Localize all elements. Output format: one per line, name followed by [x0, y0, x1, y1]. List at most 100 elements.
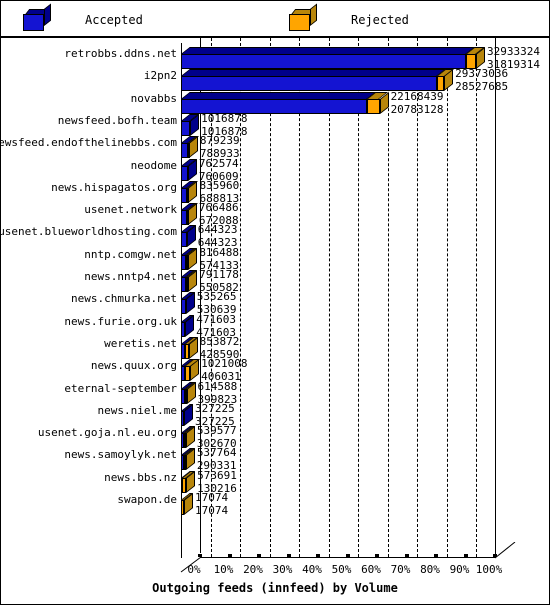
- bar-row[interactable]: i2pn2 29373036 28527685: [1, 67, 549, 93]
- bar-row[interactable]: swapon.de 17074 17074: [1, 491, 549, 517]
- bar-row[interactable]: nntp.comgw.net 816488 574133: [1, 245, 549, 272]
- bar-total-value: 327225: [195, 401, 235, 415]
- rejected-bar-segment[interactable]: [187, 187, 190, 203]
- rejected-bar-segment[interactable]: [182, 477, 187, 493]
- bar-row[interactable]: usenet.blueworldhosting.com 644323 644323: [0, 223, 549, 249]
- rejected-bar-segment[interactable]: [186, 254, 189, 270]
- bar-total-value: 816488: [199, 245, 240, 259]
- accepted-bar-segment[interactable]: [181, 54, 467, 69]
- bar-row[interactable]: usenet.goja.nl.eu.org 539577 302670: [1, 424, 549, 450]
- x-axis-tick: [404, 554, 409, 557]
- bar-row-label: usenet.goja.nl.eu.org: [37, 426, 177, 440]
- x-axis-tick: [375, 554, 379, 557]
- accepted-bar-segment[interactable]: [181, 321, 186, 337]
- accepted-bar-segment[interactable]: [181, 165, 188, 181]
- plot-area: 0% 10% 20% 30% 40% 50% 60% 70% 80% 90% 100% retrob…: [0, 38, 549, 604]
- accepted-bar-top: [181, 47, 475, 54]
- rejected-bar-segment[interactable]: [184, 366, 191, 382]
- accepted-bar-segment[interactable]: [181, 120, 191, 136]
- bar-row-label: news.quux.org: [90, 359, 177, 373]
- bar-row[interactable]: eternal-september 614588 399823: [1, 379, 549, 406]
- bar-row-label: usenet.network: [84, 203, 177, 217]
- bar-row-label: i2pn2: [143, 69, 177, 83]
- bar-row-label: news.hispagatos.org: [51, 180, 177, 194]
- x-axis-tick: [286, 554, 291, 557]
- rejected-bar-segment[interactable]: [184, 343, 189, 359]
- bar-row-label: news.nntp4.net: [84, 270, 177, 283]
- bar-row[interactable]: retrobbs.ddns.net 32933324 31819314: [1, 45, 549, 71]
- bar-row-label: news.niel.me: [97, 403, 177, 417]
- bar-row[interactable]: news.furie.org.uk 471603 471603: [1, 313, 549, 339]
- rejected-bar-segment[interactable]: [188, 143, 191, 159]
- x-axis-tick: [227, 554, 232, 557]
- bar-row-label: swapon.de: [117, 493, 177, 506]
- bar-row-label: newsfeed.endofthelinebbs.com: [0, 136, 177, 150]
- bar-total-value: 573691: [197, 468, 237, 482]
- x-axis-tick-label: 60%: [361, 563, 381, 576]
- rejected-bar-segment[interactable]: [183, 433, 186, 449]
- bar-row-label: neodome: [130, 158, 177, 172]
- accepted-bar-segment[interactable]: [181, 143, 189, 159]
- bar-row-label: nntp.comgw.net: [84, 247, 177, 261]
- legend-item-rejected: Rejected: [289, 3, 409, 32]
- bar-total-value: 614588: [197, 379, 238, 393]
- bar-row-label: weretis.net: [104, 336, 177, 350]
- rejected-bar-segment[interactable]: [187, 210, 190, 226]
- bar-total-value: 32933324: [487, 45, 540, 58]
- bar-total-value: 22168439: [390, 89, 444, 103]
- rejected-bar-segment[interactable]: [184, 388, 187, 404]
- bar-row[interactable]: newsfeed.endofthelinebbs.com 879239 788933: [0, 134, 549, 160]
- accepted-bar-top: [181, 91, 377, 99]
- bar-total-value: 539577: [196, 424, 237, 438]
- accepted-bar-segment[interactable]: [181, 410, 184, 426]
- accepted-bar-segment[interactable]: [181, 232, 187, 248]
- bar-row-label: novabbs: [130, 91, 177, 105]
- bar-row[interactable]: news.hispagatos.org 835960 688813: [1, 179, 549, 205]
- x-axis-baseline: [200, 557, 495, 558]
- bar-row[interactable]: news.niel.me 327225 327225: [1, 401, 549, 428]
- x-axis-tick-label: 40%: [302, 563, 322, 576]
- bar-row[interactable]: novabbs 22168439 20783128: [1, 89, 549, 116]
- bar-row[interactable]: news.nntp4.net 791178 550582: [1, 268, 549, 294]
- bar-row-label: usenet.blueworldhosting.com: [0, 225, 177, 239]
- bar-total-value: 853872: [199, 334, 240, 348]
- bar-row-label: newsfeed.bofh.team: [57, 113, 177, 127]
- bar-row[interactable]: news.chmurka.net 535265 530639: [1, 290, 549, 316]
- bar-row-label: news.furie.org.uk: [64, 314, 177, 328]
- x-axis-tick-label: 50%: [331, 563, 352, 576]
- accepted-bar-segment[interactable]: [181, 299, 186, 315]
- bar-row[interactable]: news.quux.org 1021008 406031: [1, 357, 549, 383]
- x-axis-title: Outgoing feeds (innfeed) by Volume: [152, 581, 398, 595]
- rejected-bar-segment[interactable]: [367, 98, 380, 114]
- bar-total-value: 1016878: [201, 111, 248, 125]
- bar-total-value: 29373036: [455, 67, 509, 81]
- bar-row[interactable]: news.samoylyk.net 537764 290331: [1, 446, 549, 472]
- x-axis-tick-label: 100%: [475, 563, 503, 576]
- x-axis-tick: [493, 554, 497, 557]
- bar-row-label: retrobbs.ddns.net: [64, 47, 177, 60]
- x-axis-tick-label: 70%: [390, 563, 411, 576]
- rejected-bar-segment[interactable]: [181, 500, 184, 515]
- bar-total-value: 537764: [196, 446, 237, 460]
- rejected-bar-segment[interactable]: [183, 455, 186, 471]
- chart-page: Accepted Rejected 0% 10% 20% 30% 40% 50% 60% 70…: [0, 0, 550, 605]
- bar-total-value: 644323: [197, 223, 238, 237]
- bar-row[interactable]: neodome 762574 760609: [1, 157, 549, 183]
- chart-legend: Accepted Rejected: [1, 1, 549, 38]
- x-axis-tick: [463, 554, 468, 557]
- bar-row[interactable]: weretis.net 853872 428590: [1, 334, 549, 361]
- bar-row[interactable]: usenet.network 766486 672088: [1, 201, 549, 227]
- axis-depth-slant-right: [495, 542, 516, 559]
- bar-row-label: news.samoylyk.net: [64, 448, 177, 462]
- bar-row[interactable]: newsfeed.bofh.team 1016878 1016878: [1, 111, 549, 138]
- bar-accepted-value: 17074: [195, 504, 229, 517]
- bar-row[interactable]: news.bbs.nz 573691 130216: [1, 468, 549, 495]
- x-axis-tick-label: 80%: [420, 563, 440, 576]
- legend-label-rejected: Rejected: [351, 13, 409, 27]
- bar-total-value: 535265: [196, 290, 237, 304]
- rejected-bar-segment[interactable]: [185, 277, 189, 292]
- bar-row-label: news.bbs.nz: [104, 470, 177, 484]
- bar-total-value: 879239: [199, 134, 240, 148]
- x-axis-tick-label: 30%: [272, 563, 293, 576]
- x-axis-tick: [257, 554, 261, 557]
